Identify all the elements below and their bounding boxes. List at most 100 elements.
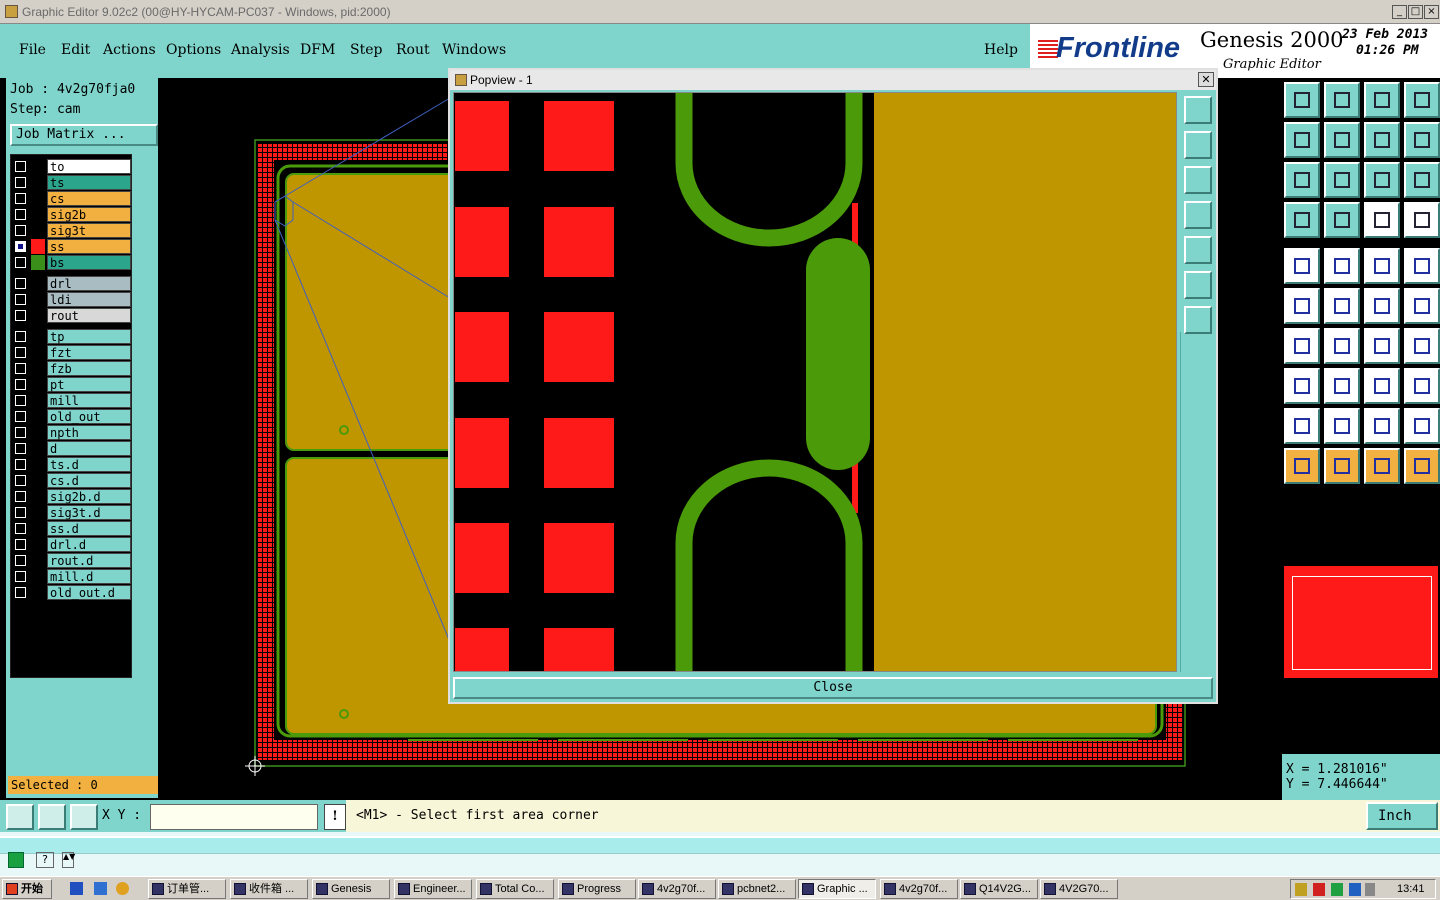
layer-row-ss[interactable]: ss — [11, 239, 133, 254]
menu-edit[interactable]: Edit — [61, 42, 90, 58]
mirror-icon[interactable] — [1404, 328, 1440, 364]
layer-row-sig2b-d[interactable]: sig2b.d — [11, 489, 133, 504]
layer-row-drl[interactable]: drl — [11, 276, 133, 291]
draw-icon[interactable] — [1324, 328, 1360, 364]
layer-checkbox[interactable] — [15, 310, 26, 321]
select-feature-icon[interactable] — [1284, 248, 1320, 284]
layer-row-ts[interactable]: ts — [11, 175, 133, 190]
zoom-prev-icon[interactable] — [1284, 122, 1320, 158]
layer-checkbox[interactable] — [15, 491, 26, 502]
measure-icon[interactable] — [38, 804, 66, 830]
pointer-rotate-icon[interactable] — [1364, 448, 1400, 484]
taskbar-button-11[interactable]: 4V2G70... — [1040, 879, 1118, 899]
minimize-button[interactable]: _ — [1392, 5, 1407, 19]
taskbar-button-6[interactable]: 4v2g70f... — [638, 879, 716, 899]
grid-toggle-icon[interactable] — [1324, 202, 1360, 238]
quick-launch-clock-icon[interactable] — [116, 882, 129, 895]
pointer-select-icon[interactable] — [1324, 448, 1360, 484]
taskbar-button-10[interactable]: Q14V2G... — [960, 879, 1038, 899]
layer-checkbox[interactable] — [15, 411, 26, 422]
layer-checkbox[interactable] — [15, 225, 26, 236]
popview-pan-right-icon[interactable] — [1184, 236, 1212, 264]
copy-icon[interactable] — [1404, 288, 1440, 324]
layer-row-rout-d[interactable]: rout.d — [11, 553, 133, 568]
taskbar-button-3[interactable]: Engineer... — [394, 879, 472, 899]
resize-icon[interactable] — [1364, 368, 1400, 404]
delete-icon[interactable] — [1324, 288, 1360, 324]
fit-screen-icon[interactable] — [1284, 162, 1320, 198]
layer-checkbox[interactable] — [15, 507, 26, 518]
taskbar-button-9[interactable]: 4v2g70f... — [880, 879, 958, 899]
layer-row-mill-d[interactable]: mill.d — [11, 569, 133, 584]
help-icon[interactable]: ? — [36, 852, 54, 868]
layer-row-rout[interactable]: rout — [11, 308, 133, 323]
menu-rout[interactable]: Rout — [396, 42, 430, 58]
menu-options[interactable]: Options — [166, 42, 221, 58]
redraw-icon[interactable] — [1364, 122, 1400, 158]
zoom-next-icon[interactable] — [1324, 122, 1360, 158]
quick-launch-desktop-icon[interactable] — [94, 882, 107, 895]
popview-zoom-home-icon[interactable] — [1184, 96, 1212, 124]
layer-filter-icon[interactable] — [1364, 202, 1400, 238]
layer-row-fzt[interactable]: fzt — [11, 345, 133, 360]
popview-close-button[interactable]: Close — [453, 677, 1213, 699]
layer-row-drl-d[interactable]: drl.d — [11, 537, 133, 552]
layer-checkbox[interactable] — [15, 347, 26, 358]
taskbar-button-5[interactable]: Progress — [558, 879, 636, 899]
menu-actions[interactable]: Actions — [103, 42, 156, 58]
taskbar-button-1[interactable]: 收件箱 ... — [230, 879, 308, 899]
menu-dfm[interactable]: DFM — [300, 42, 335, 58]
layer-checkbox[interactable] — [15, 278, 26, 289]
layer-row-sig2b[interactable]: sig2b — [11, 207, 133, 222]
popview-close-icon[interactable]: ✕ — [1198, 72, 1214, 87]
layer-row-bs[interactable]: bs — [11, 255, 133, 270]
save-icon[interactable] — [1324, 82, 1360, 118]
taskbar-button-8[interactable]: Graphic ... — [798, 879, 876, 899]
group-icon[interactable] — [1404, 368, 1440, 404]
move-icon[interactable] — [1364, 288, 1400, 324]
zoom-center-icon[interactable] — [1324, 162, 1360, 198]
layer-row-sig3t[interactable]: sig3t — [11, 223, 133, 238]
layer-row-old-out-d[interactable]: old_out.d — [11, 585, 133, 600]
layer-row-sig3t-d[interactable]: sig3t.d — [11, 505, 133, 520]
layer-checkbox[interactable] — [15, 587, 26, 598]
pad-icon[interactable] — [1404, 248, 1440, 284]
layer-checkbox[interactable] — [15, 395, 26, 406]
taskbar-button-2[interactable]: Genesis — [312, 879, 390, 899]
popview-zoom-in-icon[interactable] — [1184, 306, 1212, 334]
job-matrix-button[interactable]: Job Matrix ... — [10, 124, 158, 146]
layer-checkbox[interactable] — [15, 257, 26, 268]
snap-icon[interactable] — [6, 804, 34, 830]
layer-row-ss-d[interactable]: ss.d — [11, 521, 133, 536]
home-icon[interactable] — [1364, 82, 1400, 118]
shell-icon[interactable] — [8, 852, 24, 868]
layer-checkbox[interactable] — [15, 523, 26, 534]
layer-checkbox[interactable] — [15, 571, 26, 582]
layer-checkbox[interactable] — [15, 294, 26, 305]
rotate-icon[interactable] — [1364, 328, 1400, 364]
color-icon[interactable] — [1324, 248, 1360, 284]
layer-row-ldi[interactable]: ldi — [11, 292, 133, 307]
layer-checkbox[interactable] — [15, 443, 26, 454]
layout-icon[interactable] — [1404, 82, 1440, 118]
snap-mode-icon[interactable] — [1404, 122, 1440, 158]
xy-input[interactable] — [150, 804, 318, 830]
layer-checkbox[interactable] — [15, 475, 26, 486]
feature-filter-icon[interactable] — [1404, 202, 1440, 238]
layer-row-d[interactable]: d — [11, 441, 133, 456]
shape-icon[interactable] — [1404, 408, 1440, 444]
units-selector[interactable]: Inch — [1366, 802, 1438, 830]
layer-checkbox[interactable] — [15, 427, 26, 438]
menu-windows[interactable]: Windows — [442, 42, 506, 58]
layer-row-mill[interactable]: mill — [11, 393, 133, 408]
layer-row-cs-d[interactable]: cs.d — [11, 473, 133, 488]
add-pad-icon[interactable] — [1284, 368, 1320, 404]
pointer-icon[interactable] — [1284, 448, 1320, 484]
layer-checkbox[interactable] — [15, 161, 26, 172]
layer-checkbox[interactable] — [15, 379, 26, 390]
layer-checkbox[interactable] — [15, 241, 26, 252]
ruler-icon[interactable] — [1364, 248, 1400, 284]
tray-icons[interactable] — [1295, 883, 1375, 896]
line-icon[interactable] — [1284, 328, 1320, 364]
menu-help[interactable]: Help — [984, 42, 1018, 58]
